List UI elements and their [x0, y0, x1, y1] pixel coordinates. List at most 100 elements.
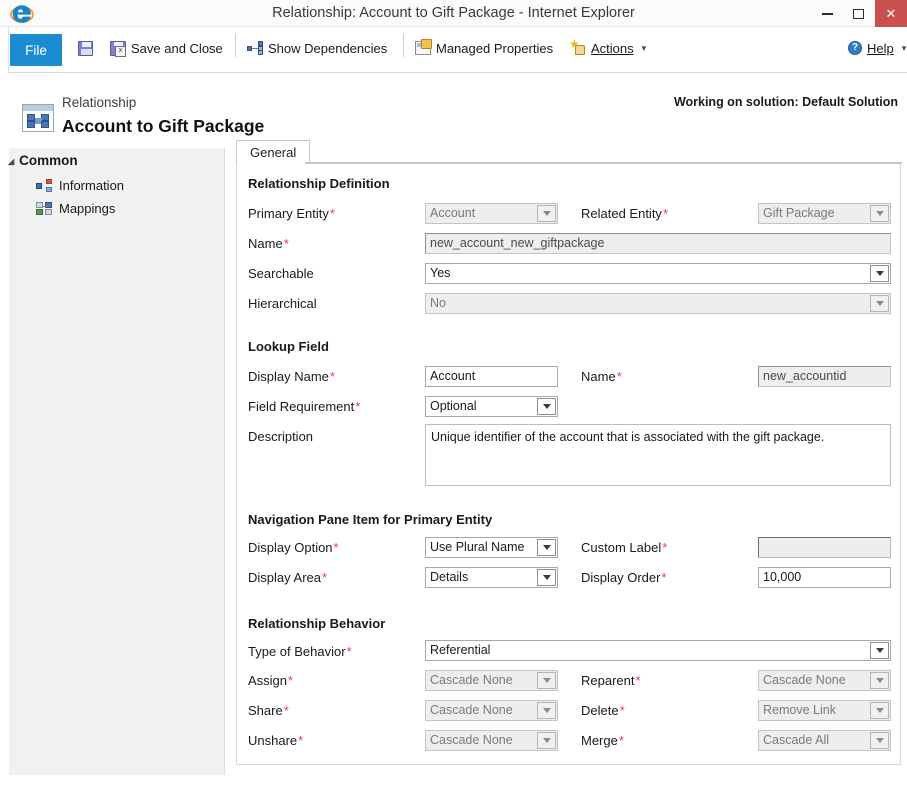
solution-context-label: Working on solution: Default Solution	[673, 95, 898, 109]
chevron-down-icon: ▾	[901, 42, 907, 53]
ribbon-separator-1	[235, 33, 236, 57]
label-display-option: Display Option*	[248, 540, 339, 555]
primary-entity-select[interactable]: Account	[425, 203, 558, 224]
dependencies-icon	[247, 41, 263, 55]
share-select[interactable]: Cascade None	[425, 700, 558, 721]
display-area-select[interactable]: Details	[425, 567, 558, 588]
chevron-down-icon[interactable]	[537, 205, 556, 222]
hierarchical-select[interactable]: No	[425, 293, 891, 314]
ribbon-left-edge	[0, 27, 9, 73]
display-option-select[interactable]: Use Plural Name	[425, 537, 558, 558]
window-title-bar: Relationship: Account to Gift Package - …	[0, 0, 907, 27]
label-searchable: Searchable	[248, 266, 314, 281]
chevron-down-icon: ▾	[641, 42, 647, 53]
chevron-down-icon[interactable]	[537, 702, 556, 719]
chevron-down-icon[interactable]	[537, 569, 556, 586]
label-unshare: Unshare*	[248, 733, 304, 748]
display-order-input[interactable]: 10,000	[758, 567, 891, 588]
help-circle-icon	[848, 41, 862, 55]
help-label: Help	[867, 40, 894, 56]
chevron-down-icon[interactable]	[870, 672, 889, 689]
relationship-entity-icon	[22, 104, 54, 132]
actions-star-icon	[569, 37, 586, 55]
chevron-down-icon[interactable]	[537, 539, 556, 556]
label-display-order: Display Order*	[581, 570, 667, 585]
save-and-close-icon	[110, 40, 126, 57]
display-name-input[interactable]: Account	[425, 366, 558, 387]
maximize-button[interactable]	[843, 0, 873, 27]
label-display-area: Display Area*	[248, 570, 328, 585]
managed-properties-icon	[415, 39, 432, 55]
section-title-relationship-definition: Relationship Definition	[248, 176, 390, 191]
left-navigation-pane	[9, 148, 225, 775]
label-field-requirement: Field Requirement*	[248, 399, 361, 414]
page-subtitle: Relationship	[62, 95, 137, 110]
merge-select[interactable]: Cascade All	[758, 730, 891, 751]
tab-general[interactable]: General	[236, 140, 311, 164]
managed-properties-label: Managed Properties	[436, 40, 554, 56]
form-content-panel: Relationship Definition Primary Entity* …	[236, 164, 901, 765]
information-nodes-icon	[36, 178, 52, 192]
label-lookup-name: Name*	[581, 369, 622, 384]
sidebar-item-label: Mappings	[59, 200, 116, 216]
chevron-down-icon[interactable]	[870, 265, 889, 282]
section-title-relationship-behavior: Relationship Behavior	[248, 616, 386, 631]
sidebar-group-common[interactable]: ◢ Common	[8, 153, 78, 168]
label-related-entity: Related Entity*	[581, 206, 668, 221]
label-type-of-behavior: Type of Behavior*	[248, 644, 352, 659]
type-of-behavior-select[interactable]: Referential	[425, 640, 891, 661]
label-hierarchical: Hierarchical	[248, 296, 317, 311]
label-relationship-name: Name*	[248, 236, 289, 251]
sidebar-group-label: Common	[19, 153, 78, 168]
description-textarea[interactable]: Unique identifier of the account that is…	[425, 424, 891, 486]
unshare-select[interactable]: Cascade None	[425, 730, 558, 751]
label-merge: Merge*	[581, 733, 624, 748]
assign-select[interactable]: Cascade None	[425, 670, 558, 691]
label-share: Share*	[248, 703, 289, 718]
delete-select[interactable]: Remove Link	[758, 700, 891, 721]
file-menu-button[interactable]: File	[10, 34, 62, 66]
save-and-close-button[interactable]: Save and Close	[110, 36, 223, 60]
chevron-down-icon[interactable]	[537, 732, 556, 749]
managed-properties-button[interactable]: Managed Properties	[415, 36, 553, 60]
relationship-name-input[interactable]: new_account_new_giftpackage	[425, 233, 891, 254]
chevron-down-icon[interactable]	[870, 642, 889, 659]
lookup-name-input[interactable]: new_accountid	[758, 366, 891, 387]
collapse-arrow-icon: ◢	[8, 156, 15, 166]
chevron-down-icon[interactable]	[870, 702, 889, 719]
close-button[interactable]: ✕	[875, 0, 907, 27]
related-entity-select[interactable]: Gift Package	[758, 203, 891, 224]
ribbon-separator-2	[403, 33, 404, 57]
save-and-close-label: Save and Close	[131, 40, 223, 56]
show-dependencies-button[interactable]: Show Dependencies	[247, 36, 387, 60]
chevron-down-icon[interactable]	[870, 732, 889, 749]
label-assign: Assign*	[248, 673, 294, 688]
mappings-icon	[36, 201, 52, 215]
label-reparent: Reparent*	[581, 673, 641, 688]
help-menu-button[interactable]: Help ▾	[848, 36, 906, 60]
label-description: Description	[248, 429, 314, 444]
reparent-select[interactable]: Cascade None	[758, 670, 891, 691]
custom-label-input[interactable]	[758, 537, 891, 558]
show-dependencies-label: Show Dependencies	[268, 40, 388, 56]
actions-menu-button[interactable]: Actions ▾	[569, 36, 647, 60]
minimize-button[interactable]	[812, 0, 842, 27]
chevron-down-icon[interactable]	[870, 205, 889, 222]
sidebar-item-information[interactable]: Information	[36, 175, 124, 195]
save-button[interactable]	[78, 36, 93, 60]
chevron-down-icon[interactable]	[537, 672, 556, 689]
label-custom-label: Custom Label*	[581, 540, 668, 555]
section-title-navigation-pane: Navigation Pane Item for Primary Entity	[248, 512, 493, 527]
actions-label: Actions	[591, 40, 634, 56]
sidebar-item-mappings[interactable]: Mappings	[36, 198, 115, 218]
section-title-lookup-field: Lookup Field	[248, 339, 329, 354]
field-requirement-select[interactable]: Optional	[425, 396, 558, 417]
tab-strip: General	[236, 140, 901, 164]
label-delete: Delete*	[581, 703, 625, 718]
searchable-select[interactable]: Yes	[425, 263, 891, 284]
window-title: Relationship: Account to Gift Package - …	[272, 5, 635, 21]
page-title: Account to Gift Package	[62, 116, 265, 136]
chevron-down-icon[interactable]	[870, 295, 889, 312]
chevron-down-icon[interactable]	[537, 398, 556, 415]
save-icon	[78, 40, 93, 56]
